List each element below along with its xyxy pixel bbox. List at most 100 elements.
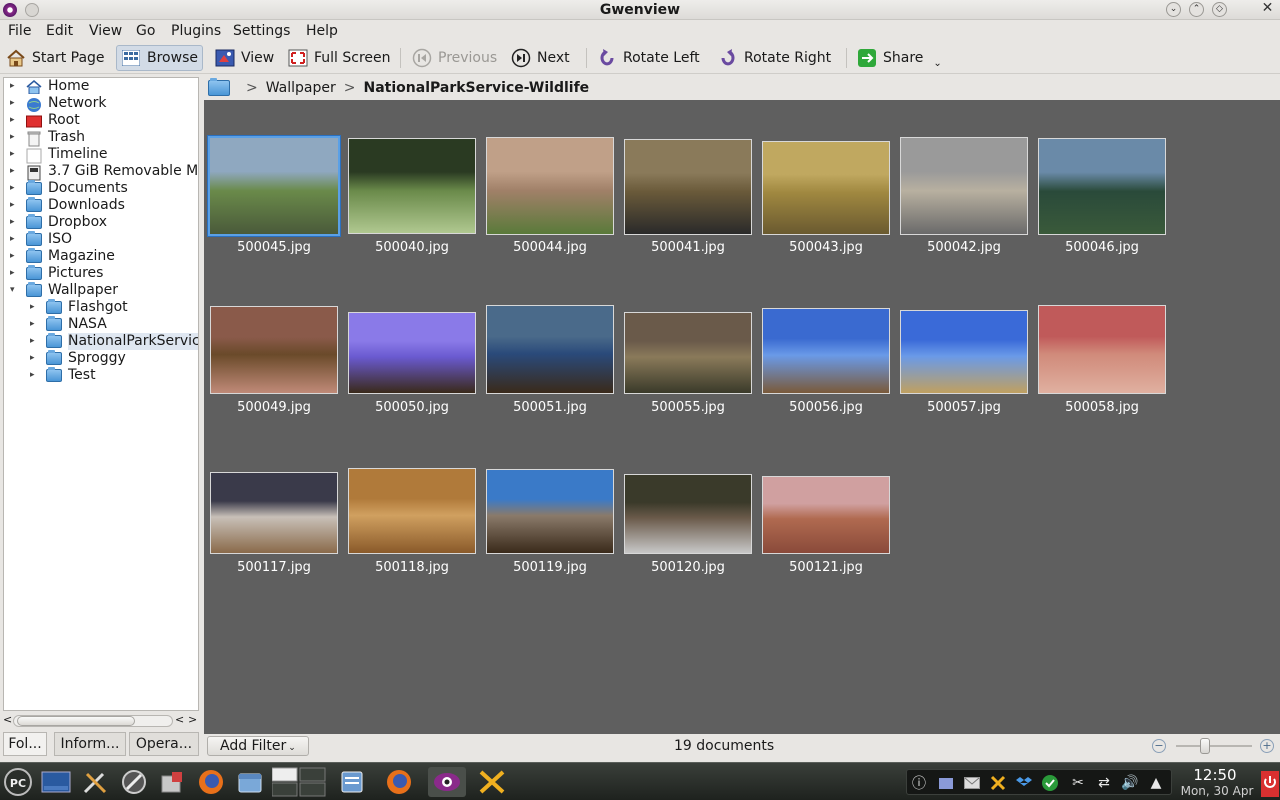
restore-button[interactable]: ◇ <box>1212 2 1227 17</box>
sidebar-item-test[interactable]: ▸ Test <box>4 367 198 384</box>
sidebar-item-documents[interactable]: ▸ Documents <box>4 180 198 197</box>
expand-down-arrow-icon[interactable]: ▾ <box>10 282 20 299</box>
maximize-button[interactable]: ⌃ <box>1189 2 1204 17</box>
screenshot-tool-icon[interactable] <box>476 767 508 797</box>
expand-arrow-icon[interactable]: ▸ <box>30 299 40 316</box>
pc-menu-icon[interactable]: PC <box>2 767 34 797</box>
menu-settings[interactable]: Settings <box>233 23 290 39</box>
volume-icon[interactable]: 🔊 <box>1121 774 1139 792</box>
share-button[interactable]: Share ⌄ <box>853 45 946 71</box>
sidebar-item-dropbox[interactable]: ▸ Dropbox <box>4 214 198 231</box>
folder-tray-icon[interactable] <box>937 774 955 792</box>
screenshot-tray-icon[interactable] <box>989 774 1007 792</box>
sidebar-item-timeline[interactable]: ▸ Timeline <box>4 146 198 164</box>
show-desktop-icon[interactable] <box>40 767 72 797</box>
menu-edit[interactable]: Edit <box>46 23 73 39</box>
network-icon[interactable]: ⇄ <box>1095 774 1113 792</box>
firefox-task-icon[interactable] <box>383 767 415 797</box>
expand-arrow-icon[interactable]: ▸ <box>10 265 20 282</box>
info-icon[interactable]: ⓘ <box>910 774 928 792</box>
check-update-icon[interactable] <box>1041 774 1059 792</box>
thumbnail-image[interactable] <box>210 472 338 554</box>
rotate-left-button[interactable]: Rotate Left <box>593 45 704 71</box>
menu-help[interactable]: Help <box>306 23 338 39</box>
expand-arrow-icon[interactable]: ▸ <box>10 231 20 248</box>
firefox-icon[interactable] <box>195 767 227 797</box>
menu-plugins[interactable]: Plugins <box>171 23 221 39</box>
thumbnail-image[interactable] <box>348 138 476 234</box>
sidebar-item-iso[interactable]: ▸ ISO <box>4 231 198 248</box>
zoom-out-icon[interactable]: − <box>1152 739 1166 753</box>
minimize-button[interactable]: ⌄ <box>1166 2 1181 17</box>
expand-arrow-icon[interactable]: ▸ <box>10 146 20 163</box>
mail-icon[interactable] <box>963 774 981 792</box>
expand-arrow-icon[interactable]: ▸ <box>10 248 20 265</box>
dolphin-task-icon[interactable] <box>336 767 368 797</box>
browse-button[interactable]: Browse <box>116 45 203 71</box>
thumbnail-image[interactable] <box>762 141 890 235</box>
folder-icon[interactable] <box>208 78 230 96</box>
sidebar-item-network[interactable]: ▸ Network <box>4 95 198 112</box>
zoom-in-icon[interactable]: + <box>1260 739 1274 753</box>
next-button[interactable]: Next <box>507 45 574 71</box>
thumbnail-image[interactable] <box>624 312 752 394</box>
sidebar-horizontal-scrollbar[interactable]: < < > <box>3 713 199 729</box>
scroll-left-icon[interactable]: < <box>175 713 184 726</box>
view-button[interactable]: View <box>211 45 278 71</box>
zoom-slider-handle[interactable] <box>1200 738 1210 754</box>
expand-arrow-icon[interactable]: ▸ <box>30 350 40 367</box>
thumbnail-view[interactable]: 500045.jpg 500040.jpg 500044.jpg 500041.jpg… <box>204 100 1280 734</box>
sidebar-item-nationalparkservice[interactable]: ▸ NationalParkService <box>4 333 198 350</box>
clock-time[interactable]: 12:50 <box>1178 766 1252 784</box>
expand-arrow-icon[interactable]: ▸ <box>30 367 40 384</box>
expand-arrow-icon[interactable]: ▸ <box>10 95 20 112</box>
close-button[interactable]: ✕ <box>1260 1 1275 17</box>
sidebar-item-3-7-gib-removable-me[interactable]: ▸ 3.7 GiB Removable Me <box>4 163 198 181</box>
dropbox-icon[interactable] <box>1015 774 1033 792</box>
tools-icon[interactable] <box>79 767 111 797</box>
tab-operations[interactable]: Opera... <box>129 732 199 756</box>
thumbnail-image[interactable] <box>1038 138 1166 235</box>
expand-arrow-icon[interactable]: ▸ <box>10 112 20 129</box>
thumbnail-image[interactable] <box>900 137 1028 235</box>
system-settings-icon[interactable] <box>118 767 150 797</box>
sidebar-item-downloads[interactable]: ▸ Downloads <box>4 197 198 214</box>
thumbnail-image[interactable] <box>900 310 1028 394</box>
expand-arrow-icon[interactable]: ▸ <box>10 214 20 231</box>
rotate-right-button[interactable]: Rotate Right <box>714 45 835 71</box>
thumbnail-image[interactable] <box>762 476 890 554</box>
sidebar-item-nasa[interactable]: ▸ NASA <box>4 316 198 333</box>
sidebar-item-home[interactable]: ▸ Home <box>4 78 198 95</box>
sidebar-item-trash[interactable]: ▸ Trash <box>4 129 198 147</box>
sidebar-item-flashgot[interactable]: ▸ Flashgot <box>4 299 198 316</box>
expand-tray-icon[interactable]: ▲ <box>1147 774 1165 792</box>
expand-arrow-icon[interactable]: ▸ <box>10 180 20 197</box>
virtual-desktop-pager[interactable] <box>272 767 328 797</box>
package-manager-icon[interactable] <box>156 767 188 797</box>
menu-go[interactable]: Go <box>136 23 155 39</box>
sidebar-item-root[interactable]: ▸ Root <box>4 112 198 129</box>
sidebar-item-sproggy[interactable]: ▸ Sproggy <box>4 350 198 367</box>
scrollbar-thumb[interactable] <box>17 716 135 726</box>
file-manager-icon[interactable] <box>234 767 266 797</box>
previous-button[interactable]: Previous <box>408 45 501 71</box>
breadcrumb-current[interactable]: NationalParkService-Wildlife <box>364 80 590 96</box>
start-page-button[interactable]: Start Page <box>2 45 109 71</box>
sidebar-item-pictures[interactable]: ▸ Pictures <box>4 265 198 282</box>
menu-view[interactable]: View <box>89 23 122 39</box>
zoom-slider-track[interactable] <box>1176 745 1252 747</box>
expand-arrow-icon[interactable]: ▸ <box>30 316 40 333</box>
thumbnail-image[interactable] <box>624 474 752 554</box>
thumbnail-image[interactable] <box>348 312 476 394</box>
thumbnail-image[interactable] <box>208 136 340 236</box>
scroll-right-icon[interactable]: > <box>188 713 197 726</box>
expand-arrow-icon[interactable]: ▸ <box>10 129 20 146</box>
tab-folders[interactable]: Fol... <box>3 732 47 756</box>
breadcrumb-parent[interactable]: Wallpaper <box>266 80 336 96</box>
scroll-left-arrow-icon[interactable]: < <box>3 713 12 726</box>
share-dropdown-icon[interactable]: ⌄ <box>933 58 941 69</box>
scissors-icon[interactable]: ✂ <box>1069 774 1087 792</box>
thumbnail-image[interactable] <box>486 469 614 554</box>
thumbnail-image[interactable] <box>624 139 752 235</box>
expand-arrow-icon[interactable]: ▸ <box>10 163 20 180</box>
